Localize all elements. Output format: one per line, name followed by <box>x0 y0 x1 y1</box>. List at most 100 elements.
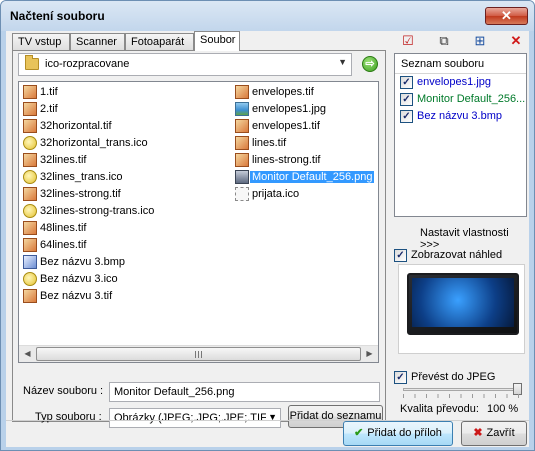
list-item-label: Monitor Default_256... <box>417 93 526 105</box>
file-name: Bez názvu 3.bmp <box>40 256 125 268</box>
file-name: 32lines-strong-trans.ico <box>40 205 155 217</box>
ico-icon <box>23 272 37 286</box>
file-list-item[interactable]: Bez názvu 3.bmp <box>21 254 154 271</box>
tif-icon <box>235 85 249 99</box>
file-name: 32lines-strong.tif <box>40 188 121 200</box>
delete-icon[interactable]: ✕ <box>508 33 524 49</box>
slider-ticks <box>403 394 519 398</box>
horizontal-scrollbar[interactable]: ◀ ▶ <box>19 345 378 362</box>
copy-icon[interactable]: ⧉ <box>436 33 452 49</box>
set-properties-link[interactable]: Nastavit vlastnosti >>> <box>420 227 529 251</box>
file-list-item[interactable]: envelopes1.jpg <box>233 101 374 118</box>
jpg-icon <box>235 102 249 116</box>
file-list-item[interactable]: lines-strong.tif <box>233 152 374 169</box>
file-list-item[interactable]: 32horizontal.tif <box>21 118 154 135</box>
checkbox[interactable]: ✓ <box>394 249 407 262</box>
file-list-item[interactable]: 32lines.tif <box>21 152 154 169</box>
file-list-item[interactable]: 32lines-strong-trans.ico <box>21 203 154 220</box>
list-item-label: Bez názvu 3.bmp <box>417 110 502 122</box>
go-arrow-icon[interactable]: ⇨ <box>362 56 378 72</box>
image-preview <box>398 264 525 354</box>
file-name: envelopes.tif <box>252 86 314 98</box>
checkbox[interactable]: ✓ <box>394 371 407 384</box>
scroll-right-icon[interactable]: ▶ <box>361 346 378 362</box>
file-list-item[interactable]: 64lines.tif <box>21 237 154 254</box>
file-list-item[interactable]: 32lines-strong.tif <box>21 186 154 203</box>
quality-slider[interactable] <box>403 388 519 391</box>
file-column-right: envelopes.tif envelopes1.jpg envelopes1.ti… <box>233 84 375 203</box>
preview-label: Zobrazovat náhled <box>411 249 503 261</box>
cancel-button-label: Zavřít <box>486 427 515 439</box>
file-list-item[interactable]: envelopes.tif <box>233 84 374 101</box>
checkbox[interactable]: ✓ <box>400 93 413 106</box>
list-header: Seznam souboru <box>395 54 526 74</box>
chevron-down-icon[interactable]: ▼ <box>338 57 347 67</box>
checkbox[interactable]: ✓ <box>400 110 413 123</box>
file-list-item[interactable]: 48lines.tif <box>21 220 154 237</box>
png-icon <box>235 170 249 184</box>
file-list-item[interactable]: Monitor Default_256.png <box>233 169 375 186</box>
file-list-item[interactable]: 32horizontal_trans.ico <box>21 135 154 152</box>
file-name: 32horizontal_trans.ico <box>40 137 148 149</box>
grip-icon <box>195 351 203 358</box>
list-item[interactable]: ✓ Bez názvu 3.bmp <box>395 108 526 125</box>
selected-files-list[interactable]: Seznam souboru ✓ envelopes1.jpg ✓ Monito… <box>394 53 527 217</box>
tif-icon <box>23 119 37 133</box>
file-name: prijata.ico <box>252 188 300 200</box>
close-dialog-button[interactable]: ✖ Zavřít <box>461 421 527 446</box>
file-list[interactable]: 1.tif 2.tif 32horizontal.tif 32horizontal_t… <box>18 81 379 363</box>
monitor-image <box>407 273 519 335</box>
file-list-item[interactable]: envelopes1.tif <box>233 118 374 135</box>
other-icon <box>235 187 249 201</box>
bmp-icon <box>23 255 37 269</box>
list-item[interactable]: ✓ envelopes1.jpg <box>395 74 526 91</box>
filetype-select[interactable]: Obrázky (JPEG;.JPG;.JPE;.TIF ▼ <box>109 408 281 428</box>
filename-label: Název souboru : <box>23 385 104 397</box>
add-icon[interactable]: ⊞ <box>472 33 488 49</box>
filetype-value: Obrázky (JPEG;.JPG;.JPE;.TIF <box>114 412 267 424</box>
checkmark-icon: ✔ <box>354 427 364 439</box>
file-name: lines-strong.tif <box>252 154 321 166</box>
scroll-left-icon[interactable]: ◀ <box>19 346 36 362</box>
check-all-icon[interactable]: ☑ <box>400 33 416 49</box>
file-list-item[interactable]: lines.tif <box>233 135 374 152</box>
tab-file[interactable]: Soubor <box>194 31 240 51</box>
quality-label: Kvalita převodu: <box>400 403 479 415</box>
file-list-item[interactable]: 32lines_trans.ico <box>21 169 154 186</box>
file-open-dialog: Načtení souboru ✕ TV vstup Scanner Fotoa… <box>0 0 535 451</box>
file-list-item[interactable]: prijata.ico <box>233 186 374 203</box>
file-name: Monitor Default_256.png <box>250 171 375 183</box>
scroll-thumb[interactable] <box>36 347 361 361</box>
file-list-item[interactable]: Bez názvu 3.tif <box>21 288 154 305</box>
tab-scanner[interactable]: Scanner <box>70 33 125 50</box>
ico-icon <box>23 204 37 218</box>
file-name: Bez názvu 3.tif <box>40 290 113 302</box>
tif-icon <box>23 85 37 99</box>
file-name: 64lines.tif <box>40 239 87 251</box>
file-tab-panel: ico-rozpracovane ▼ ⇨ 1.tif 2.tif 32horizon… <box>12 50 386 428</box>
tab-label: Soubor <box>200 34 236 46</box>
list-item[interactable]: ✓ Monitor Default_256... <box>395 91 526 108</box>
list-item-label: envelopes1.jpg <box>417 76 492 88</box>
file-name: 32horizontal.tif <box>40 120 112 132</box>
title-bar[interactable]: Načtení souboru ✕ <box>1 1 534 31</box>
checkbox[interactable]: ✓ <box>400 76 413 89</box>
file-list-item[interactable]: Bez názvu 3.ico <box>21 271 154 288</box>
folder-name: ico-rozpracovane <box>45 58 130 70</box>
file-name: 1.tif <box>40 86 58 98</box>
add-to-attachments-button[interactable]: ✔ Přidat do příloh <box>343 421 453 446</box>
window-title: Načtení souboru <box>10 9 105 23</box>
tab-camera[interactable]: Fotoaparát <box>125 33 194 50</box>
tif-icon <box>23 153 37 167</box>
ok-button-label: Přidat do příloh <box>367 427 442 439</box>
filename-field[interactable]: Monitor Default_256.png <box>109 382 380 402</box>
folder-select[interactable]: ico-rozpracovane ▼ <box>18 53 352 76</box>
file-name: 32lines.tif <box>40 154 87 166</box>
file-list-item[interactable]: 2.tif <box>21 101 154 118</box>
tab-tv-input[interactable]: TV vstup <box>12 33 70 50</box>
quality-value: 100 % <box>487 403 519 415</box>
close-button[interactable]: ✕ <box>485 7 528 25</box>
tab-label: Fotoaparát <box>131 36 185 48</box>
tif-icon <box>235 119 249 133</box>
file-list-item[interactable]: 1.tif <box>21 84 154 101</box>
